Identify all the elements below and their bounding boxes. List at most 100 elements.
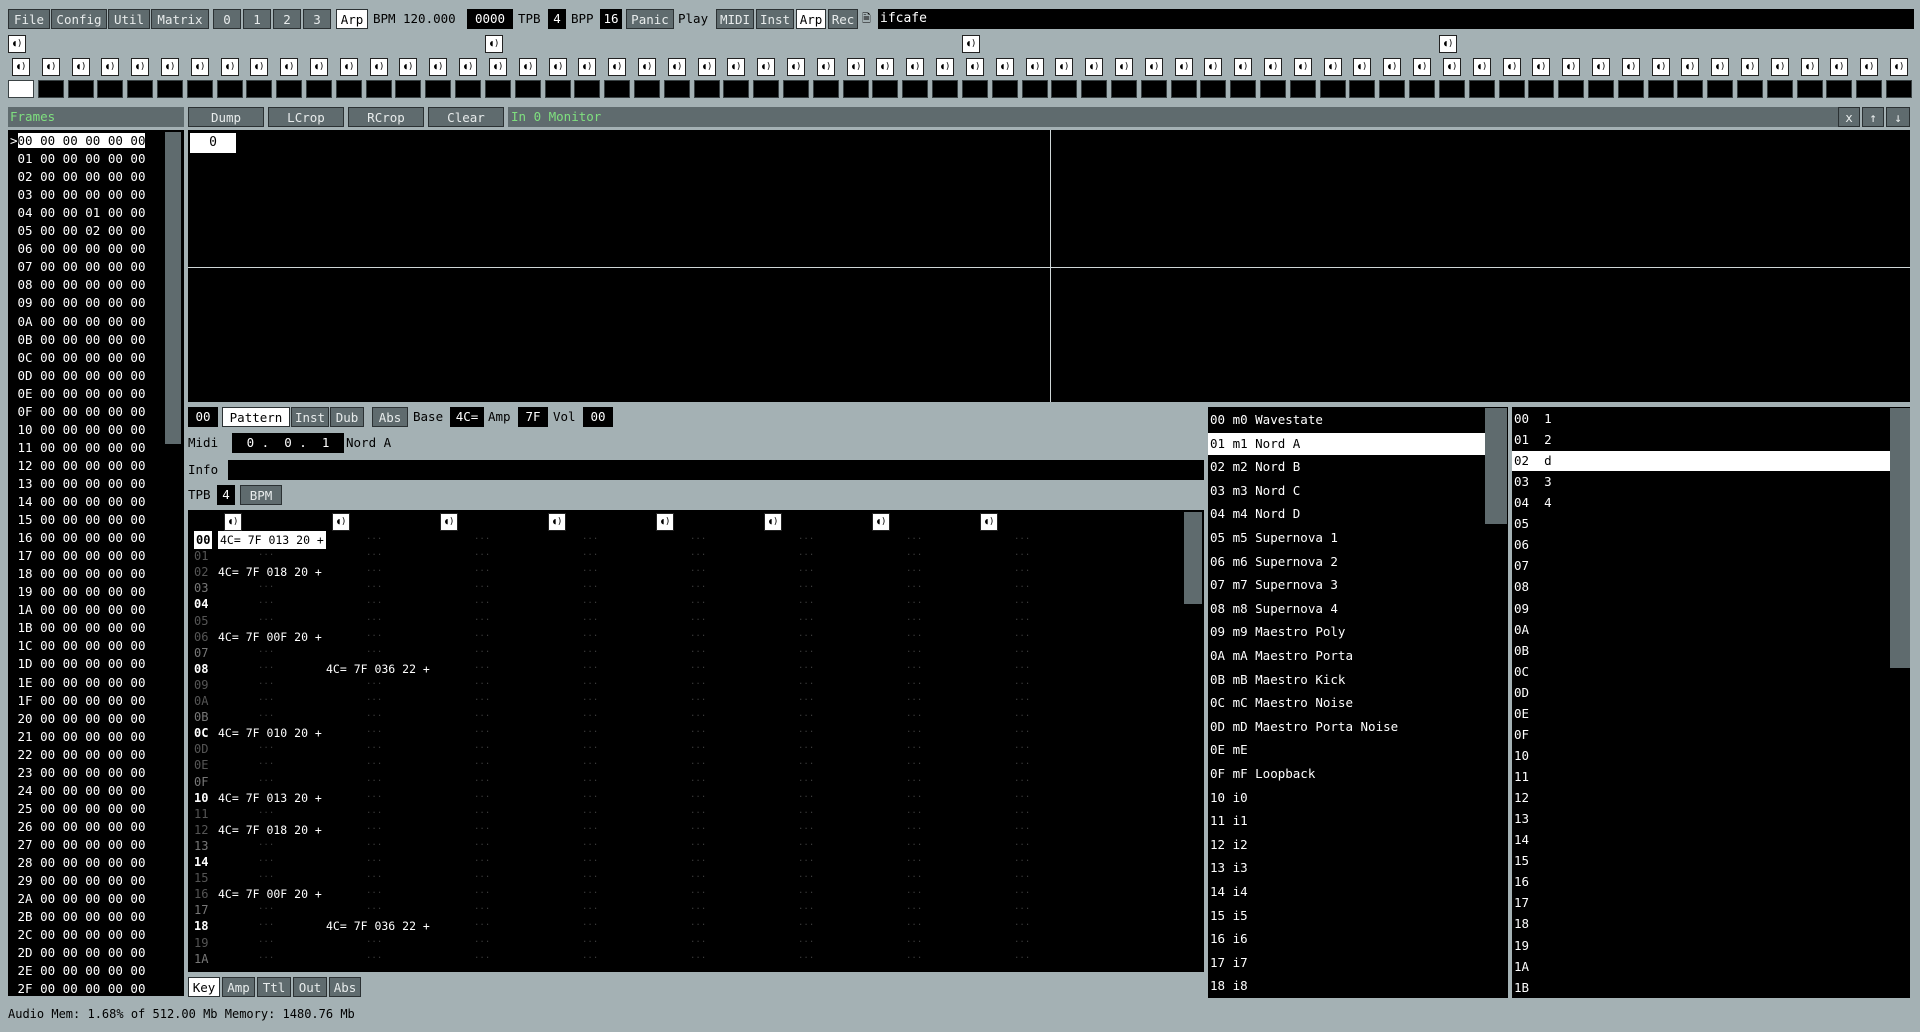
instrument-item[interactable]: 12 i2 bbox=[1208, 834, 1485, 856]
track-select-cell[interactable] bbox=[246, 80, 272, 98]
frame-row[interactable]: 0D 00 00 00 00 00 bbox=[10, 367, 146, 385]
frame-row[interactable]: 21 00 00 00 00 00 bbox=[10, 728, 146, 746]
track-select-cell[interactable] bbox=[843, 80, 869, 98]
track-select-cell[interactable] bbox=[8, 80, 34, 98]
vol-value[interactable]: 00 bbox=[583, 407, 613, 427]
track-select-cell[interactable] bbox=[1826, 80, 1852, 98]
track-mute-icon[interactable]: ◖) bbox=[340, 58, 358, 76]
frame-row[interactable]: 1B 00 00 00 00 00 bbox=[10, 619, 146, 637]
track-mute-icon[interactable]: ◖) bbox=[399, 58, 417, 76]
empty-cell[interactable]: ... bbox=[366, 947, 382, 965]
frame-row[interactable]: 08 00 00 00 00 00 bbox=[10, 276, 146, 294]
track-mute-icon[interactable]: ◖) bbox=[221, 58, 239, 76]
pattern-item[interactable]: 11 bbox=[1512, 767, 1890, 787]
instrument-item[interactable]: 00 m0 Wavestate bbox=[1208, 409, 1485, 431]
arp-mode-toggle[interactable]: Arp bbox=[796, 9, 826, 29]
pattern-list-scrollbar[interactable] bbox=[1890, 408, 1910, 668]
instrument-item[interactable]: 14 i4 bbox=[1208, 881, 1485, 903]
track-mute-icon[interactable]: ◖) bbox=[1294, 58, 1312, 76]
track-select-cell[interactable] bbox=[1171, 80, 1197, 98]
track-mute-icon[interactable]: ◖) bbox=[1622, 58, 1640, 76]
monitor-up-button[interactable]: ↑ bbox=[1862, 107, 1884, 127]
track-mute-icon[interactable]: ◖) bbox=[161, 58, 179, 76]
track-select-cell[interactable] bbox=[574, 80, 600, 98]
pattern-item[interactable]: 17 bbox=[1512, 893, 1890, 913]
instrument-item[interactable]: 0D mD Maestro Porta Noise bbox=[1208, 716, 1485, 738]
layer-1-button[interactable]: 1 bbox=[243, 9, 271, 29]
track-select-cell[interactable] bbox=[545, 80, 571, 98]
empty-cell[interactable]: ... bbox=[906, 947, 922, 965]
pattern-item[interactable]: 0D bbox=[1512, 683, 1890, 703]
frame-row[interactable]: 0A 00 00 00 00 00 bbox=[10, 313, 146, 331]
frame-row[interactable]: 05 00 00 02 00 00 bbox=[10, 222, 146, 240]
track-mute-icon[interactable]: ◖) bbox=[1204, 58, 1222, 76]
track-mute-icon[interactable]: ◖) bbox=[131, 58, 149, 76]
grid-track-mute-icon[interactable]: ◖) bbox=[332, 513, 350, 531]
track-mute-icon[interactable]: ◖) bbox=[1741, 58, 1759, 76]
frame-row[interactable]: 0C 00 00 00 00 00 bbox=[10, 349, 146, 367]
track-select-cell[interactable] bbox=[425, 80, 451, 98]
track-mute-icon[interactable]: ◖) bbox=[1652, 58, 1670, 76]
track-select-cell[interactable] bbox=[306, 80, 332, 98]
monitor-close-button[interactable]: x bbox=[1838, 107, 1860, 127]
track-mute-icon[interactable]: ◖) bbox=[42, 58, 60, 76]
track-mute-icon[interactable]: ◖) bbox=[996, 58, 1014, 76]
track-select-cell[interactable] bbox=[872, 80, 898, 98]
column-tab-abs[interactable]: Abs bbox=[329, 977, 361, 997]
config-menu[interactable]: Config bbox=[51, 9, 107, 29]
track-mute-icon[interactable]: ◖) bbox=[1681, 58, 1699, 76]
track-select-cell[interactable] bbox=[1290, 80, 1316, 98]
frame-row[interactable]: 1A 00 00 00 00 00 bbox=[10, 601, 146, 619]
column-tab-key[interactable]: Key bbox=[188, 977, 220, 997]
frame-row[interactable]: 1F 00 00 00 00 00 bbox=[10, 692, 146, 710]
frame-row[interactable]: 22 00 00 00 00 00 bbox=[10, 746, 146, 764]
frame-row[interactable]: 26 00 00 00 00 00 bbox=[10, 818, 146, 836]
instrument-item[interactable]: 0B mB Maestro Kick bbox=[1208, 669, 1485, 691]
instrument-item[interactable]: 05 m5 Supernova 1 bbox=[1208, 527, 1485, 549]
track-select-cell[interactable] bbox=[694, 80, 720, 98]
tab-dub[interactable]: Dub bbox=[330, 407, 364, 427]
frame-row[interactable]: 2D 00 00 00 00 00 bbox=[10, 944, 146, 962]
layer-3-button[interactable]: 3 bbox=[303, 9, 331, 29]
track-select-cell[interactable] bbox=[1856, 80, 1882, 98]
frame-row[interactable]: 15 00 00 00 00 00 bbox=[10, 511, 146, 529]
track-mute-icon[interactable]: ◖) bbox=[191, 58, 209, 76]
frame-row[interactable]: >00 00 00 00 00 00 bbox=[10, 132, 146, 150]
tab-inst[interactable]: Inst bbox=[291, 407, 329, 427]
track-select-cell[interactable] bbox=[962, 80, 988, 98]
track-select-cell[interactable] bbox=[1379, 80, 1405, 98]
rec-toggle[interactable]: Rec bbox=[828, 9, 858, 29]
instrument-item[interactable]: 0E mE bbox=[1208, 739, 1485, 761]
track-select-cell[interactable] bbox=[1677, 80, 1703, 98]
track-select-cell[interactable] bbox=[1469, 80, 1495, 98]
track-select-cell[interactable] bbox=[276, 80, 302, 98]
track-select-cell[interactable] bbox=[634, 80, 660, 98]
track-select-cell[interactable] bbox=[1707, 80, 1733, 98]
frame-row[interactable]: 01 00 00 00 00 00 bbox=[10, 150, 146, 168]
track-select-cell[interactable] bbox=[992, 80, 1018, 98]
pattern-item[interactable]: 0A bbox=[1512, 620, 1890, 640]
track-mute-icon[interactable]: ◖) bbox=[1055, 58, 1073, 76]
track-select-cell[interactable] bbox=[1141, 80, 1167, 98]
track-mute-icon[interactable]: ◖) bbox=[966, 58, 984, 76]
frame-row[interactable]: 11 00 00 00 00 00 bbox=[10, 439, 146, 457]
track-select-cell[interactable] bbox=[753, 80, 779, 98]
empty-cell[interactable]: ... bbox=[366, 898, 382, 916]
pattern-item[interactable]: 1A bbox=[1512, 957, 1890, 977]
track-mute-icon[interactable]: ◖) bbox=[638, 58, 656, 76]
track-mute-icon[interactable]: ◖) bbox=[310, 58, 328, 76]
track-select-cell[interactable] bbox=[604, 80, 630, 98]
tpb-value[interactable]: 4 bbox=[548, 9, 566, 29]
track-select-cell[interactable] bbox=[1499, 80, 1525, 98]
track-mute-icon[interactable]: ◖) bbox=[1145, 58, 1163, 76]
track-mute-icon[interactable]: ◖) bbox=[1026, 58, 1044, 76]
bpp-value[interactable]: 16 bbox=[600, 9, 622, 29]
track-select-cell[interactable] bbox=[1797, 80, 1823, 98]
track-mute-icon[interactable]: ◖) bbox=[1562, 58, 1580, 76]
instrument-item[interactable]: 13 i3 bbox=[1208, 857, 1485, 879]
file-menu[interactable]: File bbox=[8, 9, 50, 29]
frame-row[interactable]: 07 00 00 00 00 00 bbox=[10, 258, 146, 276]
empty-cell[interactable]: ... bbox=[798, 947, 814, 965]
track-mute-icon[interactable]: ◖) bbox=[1324, 58, 1342, 76]
empty-cell[interactable]: ... bbox=[258, 802, 274, 820]
